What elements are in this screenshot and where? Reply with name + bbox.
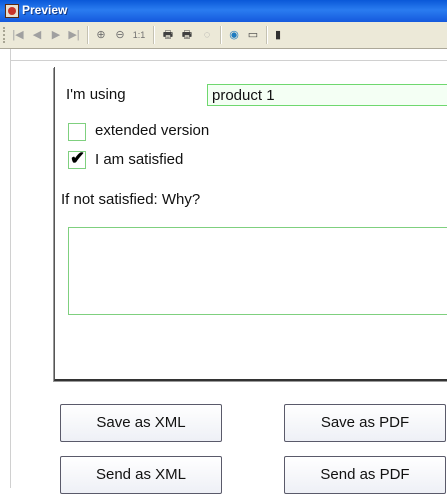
export-icon[interactable]: ◌ xyxy=(199,27,215,43)
zoom-in-icon[interactable]: ⊕ xyxy=(93,27,109,43)
using-label: I'm using xyxy=(66,86,126,103)
app-icon xyxy=(5,4,19,18)
last-page-icon[interactable]: ▶| xyxy=(66,27,82,43)
satisfied-checkbox[interactable]: ✔ xyxy=(68,148,86,169)
save-as-xml-button[interactable]: Save as XML xyxy=(60,404,222,442)
toolbar-separator xyxy=(220,26,222,44)
toolbar: |◀ ◀ ▶ ▶| ⊕ ⊖ 1:1 🖶 🖶 ◌ ◉ ▭ ▮ xyxy=(0,22,447,49)
toolbar-separator xyxy=(153,26,155,44)
print-setup-icon[interactable]: 🖶 xyxy=(179,27,195,43)
window-title: Preview xyxy=(22,3,68,17)
page-margin-line xyxy=(10,49,11,488)
zoom-out-icon[interactable]: ⊖ xyxy=(112,27,128,43)
send-as-xml-button[interactable]: Send as XML xyxy=(60,456,222,494)
next-page-icon[interactable]: ▶ xyxy=(49,27,63,43)
checkmark-icon: ✔ xyxy=(70,148,86,168)
extended-version-label: extended version xyxy=(95,122,210,139)
save-as-pdf-button[interactable]: Save as PDF xyxy=(284,404,446,442)
product-value: product 1 xyxy=(212,87,275,104)
send-as-pdf-button[interactable]: Send as PDF xyxy=(284,456,446,494)
window-icon[interactable]: ▭ xyxy=(245,27,261,43)
actual-size-button[interactable]: 1:1 xyxy=(130,27,148,43)
page-margin-line xyxy=(10,60,447,61)
form-panel xyxy=(54,67,447,381)
window-titlebar: Preview xyxy=(0,0,447,22)
web-icon[interactable]: ◉ xyxy=(226,27,242,43)
why-textarea[interactable] xyxy=(68,227,447,315)
why-label: If not satisfied: Why? xyxy=(61,191,201,208)
exit-icon[interactable]: ▮ xyxy=(272,27,284,43)
toolbar-separator xyxy=(87,26,89,44)
extended-version-checkbox[interactable] xyxy=(68,123,86,141)
print-icon[interactable]: 🖶 xyxy=(160,27,176,43)
previous-page-icon[interactable]: ◀ xyxy=(30,27,44,43)
satisfied-label: I am satisfied xyxy=(95,151,184,168)
first-page-icon[interactable]: |◀ xyxy=(11,27,25,43)
toolbar-separator xyxy=(266,26,268,44)
product-field[interactable]: product 1 xyxy=(207,84,447,106)
toolbar-grip[interactable] xyxy=(3,27,7,43)
